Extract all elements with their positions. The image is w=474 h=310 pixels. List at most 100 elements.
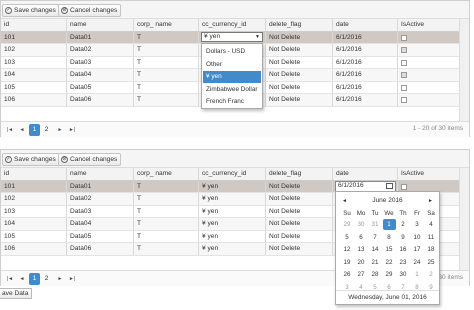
calendar-day[interactable]: 7	[369, 232, 382, 243]
calendar-day[interactable]: 25	[425, 257, 438, 268]
vertical-scrollbar[interactable]	[459, 168, 469, 271]
calendar-day[interactable]: 8	[411, 282, 424, 293]
cell-name[interactable]: Data02	[67, 193, 134, 205]
column-header-date[interactable]: date	[333, 19, 398, 31]
calendar-day[interactable]: 4	[425, 219, 438, 230]
save-changes-button[interactable]: ✓ Save changes	[2, 4, 60, 17]
calendar-day[interactable]: 3	[411, 219, 424, 230]
cell-name[interactable]: Data05	[67, 81, 134, 93]
cell-del[interactable]: Not Delete	[266, 193, 333, 205]
calendar-day[interactable]: 28	[369, 269, 382, 280]
cell-corp[interactable]: T	[134, 44, 199, 56]
last-page-icon[interactable]: ►|	[67, 125, 77, 135]
cell-id[interactable]: 102	[1, 44, 67, 56]
cell-date[interactable]: 6/1/2016	[333, 81, 398, 93]
calendar-day[interactable]: 5	[341, 232, 354, 243]
cell-date[interactable]: 6/1/2016	[333, 44, 398, 56]
cell-corp[interactable]: T	[134, 69, 199, 81]
cell-corp[interactable]: T	[134, 56, 199, 68]
prev-page-icon[interactable]: ◄	[17, 125, 27, 135]
save-data-button[interactable]: ave Data	[0, 288, 33, 299]
calendar-day[interactable]: 14	[369, 244, 382, 255]
currency-dropdown[interactable]: ¥ yen ▼	[201, 32, 263, 42]
calendar-day[interactable]: 6	[383, 282, 396, 293]
active-checkbox[interactable]	[401, 72, 407, 78]
active-checkbox[interactable]	[401, 34, 407, 41]
month-title[interactable]: June 2016	[372, 197, 402, 204]
page-2-button[interactable]: 2	[41, 124, 52, 136]
cancel-changes-button[interactable]: ⊘ Cancel changes	[58, 4, 122, 17]
calendar-day[interactable]: 12	[341, 244, 354, 255]
cell-id[interactable]: 106	[1, 94, 67, 106]
column-header-corp[interactable]: corp_ name	[134, 19, 199, 31]
cell-corp[interactable]: T	[134, 243, 199, 255]
cell-name[interactable]: Data03	[67, 205, 134, 217]
cell-del[interactable]: Not Delete	[266, 205, 333, 217]
cell-corp[interactable]: T	[134, 81, 199, 93]
cell-del[interactable]: Not Delete	[266, 69, 333, 81]
calendar-day[interactable]: 9	[425, 282, 438, 293]
cell-cur[interactable]: ¥ yen	[199, 243, 266, 255]
currency-option[interactable]: Other	[203, 59, 261, 71]
cell-date[interactable]: 6/1/2016	[333, 94, 398, 106]
calendar-day[interactable]: 9	[397, 232, 410, 243]
cell-del[interactable]: Not Delete	[266, 94, 333, 106]
currency-option[interactable]: Zimbabwee Dollar	[203, 84, 261, 96]
prev-page-icon[interactable]: ◄	[17, 274, 27, 284]
calendar-day[interactable]: 1	[411, 269, 424, 280]
column-header-date[interactable]: date	[333, 168, 398, 180]
calendar-day[interactable]: 17	[411, 244, 424, 255]
vertical-scrollbar[interactable]	[459, 19, 469, 122]
cell-del[interactable]: Not Delete	[266, 243, 333, 255]
column-header-id[interactable]: id	[1, 168, 67, 180]
calendar-day[interactable]: 30	[355, 219, 368, 230]
next-page-icon[interactable]: ►	[55, 274, 65, 284]
column-header-cur[interactable]: cc_currency_id	[199, 168, 266, 180]
calendar-day[interactable]: 29	[341, 219, 354, 230]
cell-active[interactable]	[398, 56, 461, 68]
cell-active[interactable]	[398, 31, 461, 43]
column-header-cur[interactable]: cc_currency_id	[199, 19, 266, 31]
first-page-icon[interactable]: |◄	[5, 125, 15, 135]
calendar-day[interactable]: 16	[397, 244, 410, 255]
next-page-icon[interactable]: ►	[55, 125, 65, 135]
cell-name[interactable]: Data01	[67, 31, 134, 43]
active-checkbox[interactable]	[401, 97, 407, 103]
calendar-day[interactable]: 27	[355, 269, 368, 280]
cell-id[interactable]: 106	[1, 243, 67, 255]
calendar-day[interactable]: 19	[341, 257, 354, 268]
cell-cur[interactable]: ¥ yen	[199, 193, 266, 205]
cancel-changes-button[interactable]: ⊘ Cancel changes	[58, 153, 122, 166]
column-header-corp[interactable]: corp_ name	[134, 168, 199, 180]
calendar-day[interactable]: 2	[397, 219, 410, 230]
cell-del[interactable]: Not Delete	[266, 81, 333, 93]
cell-active[interactable]	[398, 69, 461, 81]
calendar-day[interactable]: 22	[383, 257, 396, 268]
cell-name[interactable]: Data06	[67, 243, 134, 255]
cell-active[interactable]	[398, 94, 461, 106]
calendar-day[interactable]: 29	[383, 269, 396, 280]
calendar-day[interactable]: 13	[355, 244, 368, 255]
calendar-day[interactable]: 10	[411, 232, 424, 243]
cell-del[interactable]: Not Delete	[266, 31, 333, 43]
cell-id[interactable]: 103	[1, 205, 67, 217]
cell-name[interactable]: Data03	[67, 56, 134, 68]
cell-del[interactable]: Not Delete	[266, 56, 333, 68]
cell-name[interactable]: Data04	[67, 69, 134, 81]
cell-date[interactable]: 6/1/2016	[333, 56, 398, 68]
cell-corp[interactable]: T	[134, 31, 199, 43]
cell-cur[interactable]: ¥ yen	[199, 230, 266, 242]
column-header-id[interactable]: id	[1, 19, 67, 31]
page-2-button[interactable]: 2	[41, 273, 52, 285]
cell-cur[interactable]: ¥ yen	[199, 218, 266, 230]
cell-corp[interactable]: T	[134, 180, 199, 192]
cell-name[interactable]: Data02	[67, 44, 134, 56]
cell-del[interactable]: Not Delete	[266, 218, 333, 230]
active-checkbox[interactable]	[401, 47, 407, 53]
calendar-day[interactable]: 8	[383, 232, 396, 243]
column-header-active[interactable]: IsActive	[398, 168, 461, 180]
calendar-day[interactable]: 6	[355, 232, 368, 243]
cell-cur[interactable]: ¥ yen	[199, 180, 266, 192]
calendar-day[interactable]: 3	[341, 282, 354, 293]
calendar-day[interactable]: 30	[397, 269, 410, 280]
